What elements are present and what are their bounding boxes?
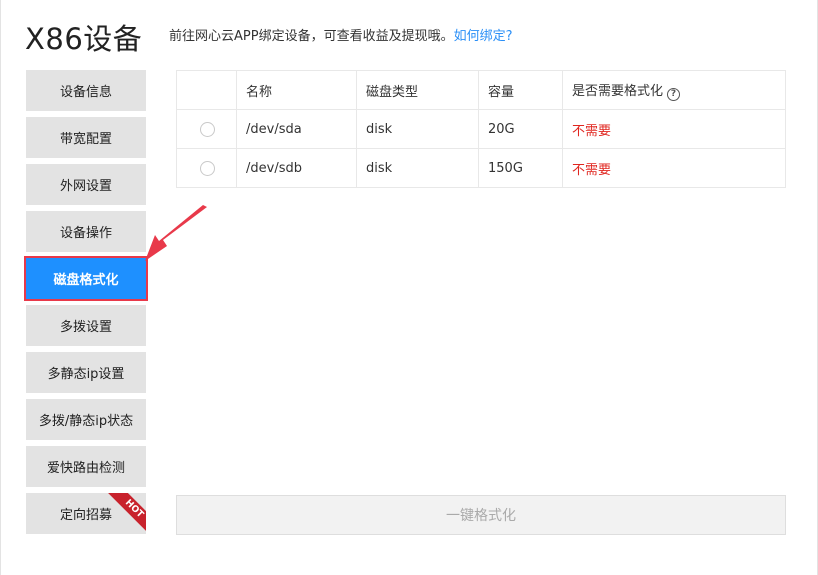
sidebar-item-recruit-label: 定向招募 bbox=[59, 508, 112, 523]
sidebar-item-ikuai-check[interactable]: 爱快路由检测 bbox=[26, 446, 146, 487]
question-circle-icon[interactable]: ? bbox=[667, 87, 681, 101]
how-to-bind-link[interactable]: 如何绑定? bbox=[454, 29, 513, 44]
hot-badge: HOT bbox=[107, 493, 146, 534]
disk-format-status: 不需要 bbox=[562, 148, 786, 188]
app-frame: X86设备 前往网心云APP绑定设备，可查看收益及提现哦。如何绑定? 设备信息 … bbox=[0, 0, 818, 575]
row-radio[interactable] bbox=[200, 121, 215, 137]
sidebar-item-multi-dial[interactable]: 多拨设置 bbox=[26, 305, 146, 346]
disk-name: /dev/sdb bbox=[236, 148, 357, 188]
sidebar: 设备信息 带宽配置 外网设置 设备操作 磁盘格式化 多拨设置 多静态ip设置 多… bbox=[24, 70, 148, 540]
header-need-format: 是否需要格式化? bbox=[562, 70, 786, 110]
sidebar-item-recruit[interactable]: 定向招募 HOT bbox=[26, 493, 146, 534]
sidebar-item-wan-settings[interactable]: 外网设置 bbox=[26, 164, 146, 205]
bind-hint: 前往网心云APP绑定设备，可查看收益及提现哦。如何绑定? bbox=[169, 25, 512, 44]
header-capacity: 容量 bbox=[478, 70, 563, 110]
row-select-cell bbox=[176, 148, 237, 188]
header-disk-type: 磁盘类型 bbox=[356, 70, 479, 110]
row-radio[interactable] bbox=[200, 160, 215, 176]
row-select-cell bbox=[176, 109, 237, 149]
sidebar-item-multi-static-ip[interactable]: 多静态ip设置 bbox=[26, 352, 146, 393]
disk-table: 名称 磁盘类型 容量 是否需要格式化? /dev/sda disk 20G 不需… bbox=[176, 70, 786, 188]
header-name: 名称 bbox=[236, 70, 357, 110]
disk-capacity: 20G bbox=[478, 109, 563, 149]
red-arrow-icon bbox=[145, 205, 207, 261]
disk-type: disk bbox=[356, 148, 479, 188]
sidebar-item-device-info[interactable]: 设备信息 bbox=[26, 70, 146, 111]
sidebar-item-device-ops[interactable]: 设备操作 bbox=[26, 211, 146, 252]
header-need-format-label: 是否需要格式化 bbox=[572, 83, 664, 99]
page-title: X86设备 bbox=[25, 22, 143, 56]
sidebar-item-dial-status[interactable]: 多拨/静态ip状态 bbox=[26, 399, 146, 440]
disk-capacity: 150G bbox=[478, 148, 563, 188]
disk-type: disk bbox=[356, 109, 479, 149]
disk-name: /dev/sda bbox=[236, 109, 357, 149]
table-row: /dev/sda disk 20G 不需要 bbox=[176, 109, 786, 149]
sidebar-item-disk-format[interactable]: 磁盘格式化 bbox=[24, 256, 148, 301]
disk-format-status: 不需要 bbox=[562, 109, 786, 149]
table-header-row: 名称 磁盘类型 容量 是否需要格式化? bbox=[176, 70, 786, 110]
one-click-format-button[interactable]: 一键格式化 bbox=[176, 495, 786, 535]
table-row: /dev/sdb disk 150G 不需要 bbox=[176, 148, 786, 188]
header-select bbox=[176, 70, 237, 110]
sidebar-item-bandwidth[interactable]: 带宽配置 bbox=[26, 117, 146, 158]
bind-hint-text: 前往网心云APP绑定设备，可查看收益及提现哦。 bbox=[169, 29, 454, 44]
